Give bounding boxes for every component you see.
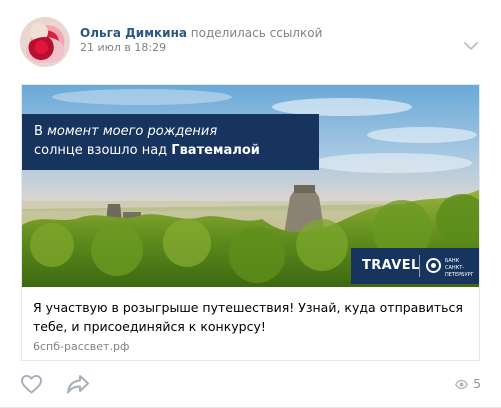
post: Ольга Димкина поделилась ссылкой 21 июл … (0, 0, 501, 408)
avatar[interactable] (20, 17, 70, 67)
headline-line-1: В момент моего рождения (34, 122, 319, 141)
bank-logo-icon (426, 258, 441, 273)
post-header: Ольга Димкина поделилась ссылкой (80, 25, 322, 41)
chevron-down-icon[interactable] (464, 41, 478, 51)
headline-line-1-italic: момент моего рождения (47, 124, 218, 139)
post-date[interactable]: 21 июл в 18:29 (80, 41, 166, 55)
card-title[interactable]: Я участвую в розыгрыше путешествия! Узна… (33, 298, 463, 336)
travel-label: TRAVEL (362, 258, 420, 273)
author-name-link[interactable]: Ольга Димкина (80, 26, 187, 40)
headline-line-2-bold: Гватемалой (171, 143, 260, 158)
link-card[interactable]: В момент моего рождения солнце взошло на… (21, 84, 480, 361)
views-count: 5 (473, 377, 481, 391)
card-headline: В момент моего рождения солнце взошло на… (22, 114, 319, 170)
author-action: поделилась ссылкой (190, 26, 323, 40)
bank-name-line-2: САНКТ- (445, 265, 465, 271)
headline-line-1-prefix: В (34, 124, 48, 139)
card-domain[interactable]: 6спб-рассвет.рф (33, 340, 129, 354)
share-arrow-icon[interactable] (66, 374, 90, 394)
heart-icon[interactable] (20, 374, 43, 394)
eye-icon (455, 379, 469, 389)
badge-divider (419, 255, 420, 277)
views-counter: 5 (455, 377, 481, 391)
bank-name: БАНК САНКТ- ПЕТЕРБУРГ (445, 258, 479, 279)
headline-line-2: солнце взошло над Гватемалой (34, 141, 319, 160)
travel-badge: TRAVEL БАНК САНКТ- ПЕТЕРБУРГ (351, 248, 479, 284)
headline-line-2-prefix: солнце взошло над (34, 143, 172, 158)
bank-name-line-1: БАНК (445, 258, 460, 264)
bank-name-line-3: ПЕТЕРБУРГ (445, 272, 474, 278)
